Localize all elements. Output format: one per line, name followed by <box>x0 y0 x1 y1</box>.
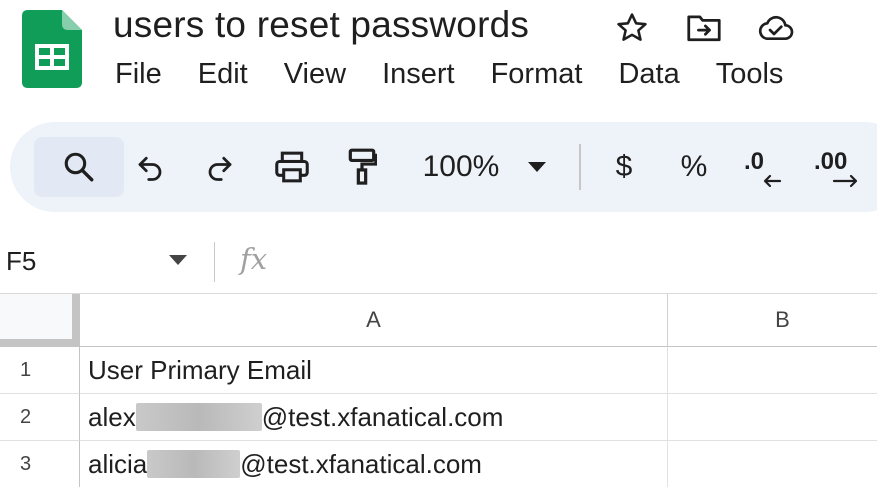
search-icon <box>64 152 94 182</box>
column-header-a[interactable]: A <box>80 294 668 347</box>
toolbar-divider <box>579 144 581 190</box>
menu-view[interactable]: View <box>284 58 346 91</box>
print-button[interactable] <box>270 122 314 212</box>
redaction-block <box>147 450 241 478</box>
svg-text:.00: .00 <box>814 148 847 175</box>
row-header-2[interactable]: 2 <box>0 394 80 441</box>
menu-file[interactable]: File <box>115 58 162 91</box>
increase-decimal-icon: .00 <box>814 148 858 188</box>
formula-divider <box>214 242 215 282</box>
row-header-3[interactable]: 3 <box>0 441 80 487</box>
fx-icon: fx <box>240 242 268 276</box>
chevron-down-icon <box>528 162 547 172</box>
redo-icon <box>208 156 232 181</box>
zoom-value: 100% <box>422 150 500 183</box>
menu-edit[interactable]: Edit <box>198 58 248 91</box>
decrease-decimal-icon: .0 <box>744 148 782 188</box>
menu-insert[interactable]: Insert <box>382 58 455 91</box>
search-menus-button[interactable] <box>34 137 124 197</box>
chevron-down-icon[interactable] <box>168 254 188 266</box>
star-icon[interactable] <box>612 10 652 46</box>
cell-a3-text-start: alicia <box>88 448 148 479</box>
cell-a1[interactable]: User Primary Email <box>80 347 668 394</box>
svg-text:.0: .0 <box>744 148 764 175</box>
redo-button[interactable] <box>200 122 240 212</box>
percent-icon: % <box>680 150 708 183</box>
cell-a3-text-end: @test.xfanatical.com <box>240 448 482 479</box>
column-header-b[interactable]: B <box>668 294 877 347</box>
cell-a2-text-end: @test.xfanatical.com <box>261 401 504 432</box>
cloud-saved-icon[interactable] <box>756 10 796 46</box>
menu-bar: File Edit View Insert Format Data Tools <box>115 58 819 91</box>
format-currency-button[interactable]: $ <box>606 122 642 212</box>
spreadsheet-grid: A B 1 User Primary Email 2 alex @test.xfa… <box>0 294 877 487</box>
redaction-block <box>135 403 262 431</box>
cell-a2-text-start: alex <box>88 401 136 432</box>
name-box[interactable]: F5 <box>6 246 36 277</box>
row-header-1[interactable]: 1 <box>0 347 80 394</box>
cell-b2[interactable] <box>668 394 877 441</box>
cell-a1-text: User Primary Email <box>88 354 312 385</box>
zoom-select[interactable]: 100% <box>410 122 560 212</box>
google-sheets-logo[interactable] <box>22 10 82 88</box>
undo-button[interactable] <box>130 122 170 212</box>
freeze-rows-handle[interactable] <box>0 339 80 347</box>
menu-format[interactable]: Format <box>491 58 583 91</box>
toolbar: 100% $ % .0 .00 <box>10 122 877 212</box>
cell-a2[interactable]: alex @test.xfanatical.com <box>80 394 668 441</box>
move-to-folder-icon[interactable] <box>684 10 724 46</box>
cell-a3[interactable]: alicia @test.xfanatical.com <box>80 441 668 487</box>
paint-format-button[interactable] <box>342 122 382 212</box>
cell-b1[interactable] <box>668 347 877 394</box>
formula-input[interactable] <box>290 246 850 278</box>
menu-tools[interactable]: Tools <box>716 58 784 91</box>
format-percent-button[interactable]: % <box>676 122 712 212</box>
cell-b3[interactable] <box>668 441 877 487</box>
formula-bar: F5 fx <box>0 230 877 294</box>
decrease-decimal-button[interactable]: .0 <box>740 122 790 212</box>
document-title[interactable]: users to reset passwords <box>113 4 529 46</box>
currency-icon: $ <box>615 150 633 183</box>
paint-format-icon <box>348 148 377 185</box>
menu-data[interactable]: Data <box>618 58 679 91</box>
undo-icon <box>138 156 162 181</box>
print-icon <box>275 151 309 183</box>
increase-decimal-button[interactable]: .00 <box>812 122 868 212</box>
